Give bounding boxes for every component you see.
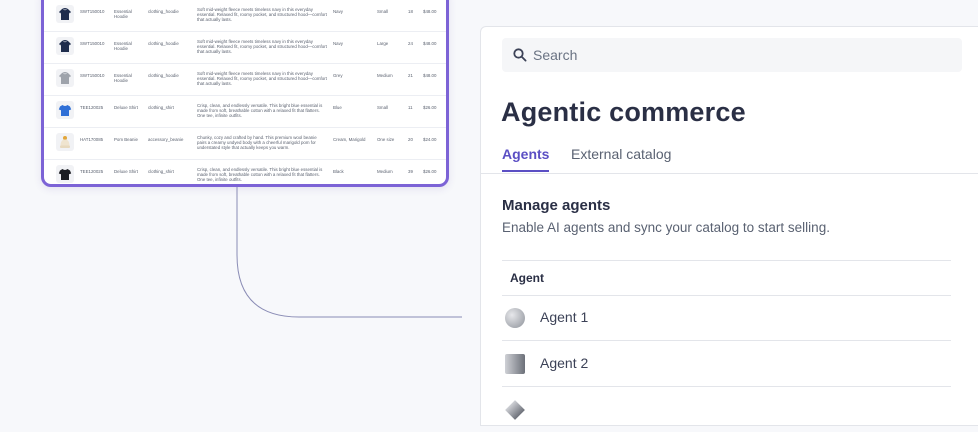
agent-row[interactable]: Agent 2 xyxy=(502,341,951,387)
page-title: Agentic commerce xyxy=(501,97,746,127)
agent-row[interactable] xyxy=(502,387,951,432)
gray-square-icon xyxy=(505,354,525,374)
agentic-commerce-panel: Agentic commerce Agents External catalog… xyxy=(480,26,978,426)
gray-diamond-icon xyxy=(505,400,525,420)
search-input[interactable] xyxy=(533,47,933,63)
section-title: Manage agents xyxy=(502,197,611,214)
gray-circle-icon xyxy=(505,308,525,328)
agent-name: Agent 2 xyxy=(540,355,589,371)
tab-agents[interactable]: Agents xyxy=(502,146,550,172)
column-header-agent: Agent xyxy=(510,271,544,285)
agents-table-header: Agent xyxy=(502,260,951,296)
search-icon xyxy=(513,48,527,62)
tab-bar: Agents External catalog xyxy=(481,143,978,174)
agent-name: Agent 1 xyxy=(540,309,589,325)
search-bar[interactable] xyxy=(502,38,962,72)
tab-external-catalog[interactable]: External catalog xyxy=(571,146,671,162)
section-subtitle: Enable AI agents and sync your catalog t… xyxy=(502,220,830,235)
agent-row[interactable]: Agent 1 xyxy=(502,295,951,341)
